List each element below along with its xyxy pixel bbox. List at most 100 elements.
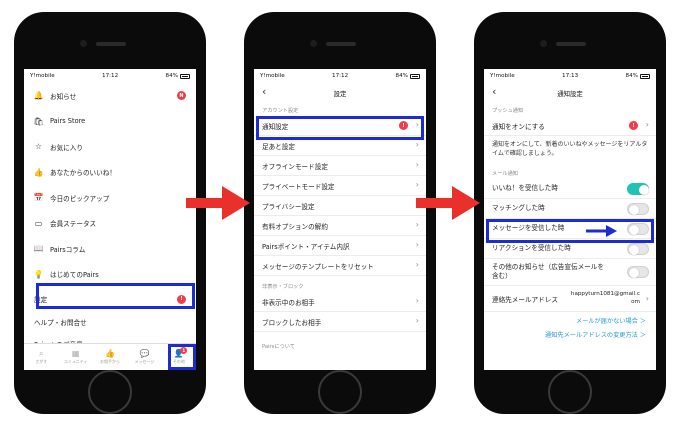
link-change-email[interactable]: 通知先メールアドレスの変更方法 ＞ xyxy=(484,329,656,343)
battery-level: 84% xyxy=(165,73,178,79)
menu-item[interactable]: 🔔 お知らせ N xyxy=(24,83,196,109)
tutorial-stage: Y!mobile 17:12 84% 🔔 お知らせ N 🛍 Pairs Store ☆ お気… xyxy=(0,0,680,432)
clock: 17:12 xyxy=(102,73,119,79)
row-label: Pairsポイント・アイテム内訳 xyxy=(262,242,350,251)
phone-2-screen: Y!mobile 17:12 84% ‹ 設定 アカウント設定 通知設定! › 足あ… xyxy=(254,69,426,370)
menu-item[interactable]: 🛍 Pairs Store xyxy=(24,109,196,135)
notification-badge: N xyxy=(177,91,186,101)
toggle-switch[interactable] xyxy=(627,203,649,215)
tab-community[interactable]: ▦ コミュニティ xyxy=(58,344,92,370)
card-icon: ▭ xyxy=(34,218,43,228)
battery-icon xyxy=(409,73,420,79)
tab-like[interactable]: 👍 お相手から xyxy=(93,344,127,370)
menu-item-label: お気に入り xyxy=(50,143,83,152)
tab-search[interactable]: ⌕ さがす xyxy=(24,344,58,370)
nav-bar: ‹ 設定 xyxy=(254,83,426,103)
next-step-arrow-icon xyxy=(416,186,480,220)
chevron-right-icon: › xyxy=(645,294,649,303)
toggle-switch[interactable] xyxy=(627,183,649,195)
battery-level: 84% xyxy=(625,73,638,79)
toggle-switch[interactable] xyxy=(627,243,649,255)
section-header: Pairsについて xyxy=(262,344,295,350)
row-label: プライベートモード設定 xyxy=(262,182,335,191)
alert-badge: ! xyxy=(629,121,638,130)
settings-row[interactable]: Pairsポイント・アイテム内訳 › xyxy=(254,236,426,256)
home-button[interactable] xyxy=(548,370,592,414)
menu-item-label: 会員ステータス xyxy=(50,220,97,229)
settings-row[interactable]: 有料オプションの解約 › xyxy=(254,216,426,236)
row-label: 連絡先メールアドレス xyxy=(492,295,558,304)
menu-item[interactable]: ☆ お気に入り xyxy=(24,134,196,160)
toggle-knob xyxy=(628,267,639,278)
speaker xyxy=(96,42,126,46)
back-chevron-icon[interactable]: ‹ xyxy=(492,85,496,98)
row-label: いいね！を受信した時 xyxy=(492,184,558,192)
phone-3-screen: Y!mobile 17:13 84% ‹ 通知設定 プッシュ通知 通知をオンにす… xyxy=(484,69,656,370)
message-icon: 💬 xyxy=(139,348,150,358)
menu-item-label: 今日のピックアップ xyxy=(50,194,110,203)
settings-row[interactable]: メッセージのテンプレートをリセット › xyxy=(254,256,426,276)
settings-row[interactable]: 非表示中のお相手 › xyxy=(254,292,426,312)
toggle-knob xyxy=(638,184,649,195)
clock: 17:12 xyxy=(332,73,349,79)
menu-item[interactable]: ▭ 会員ステータス xyxy=(24,211,196,237)
menu-item-label: Pairsコラム xyxy=(50,245,86,254)
highlight-settings xyxy=(36,283,195,309)
menu-item-label: あなたからのいいね！ xyxy=(50,169,116,178)
email-value: happyturn1081@gmail.com xyxy=(570,291,640,305)
tab-message[interactable]: 💬 メッセージ xyxy=(127,344,161,370)
tab-label: お相手から xyxy=(100,358,121,364)
bulb-icon: 💡 xyxy=(33,269,44,279)
menu-item[interactable]: 📅 今日のピックアップ xyxy=(24,185,196,211)
calendar-icon: 📅 xyxy=(33,193,44,203)
row-label: 通知をオンにする xyxy=(492,122,545,131)
like-icon: 👍 xyxy=(105,348,115,358)
page-title: 通知設定 xyxy=(557,89,583,98)
settings-row[interactable]: プライベートモード設定 › xyxy=(254,176,426,196)
battery-level: 84% xyxy=(395,73,408,79)
settings-row[interactable]: ブロックしたお相手 › xyxy=(254,312,426,332)
row-label: その他のお知らせ（広告宣伝メールを含む） xyxy=(492,263,604,280)
menu-item[interactable]: 👍 あなたからのいいね！ xyxy=(24,160,196,186)
bell-icon: 🔔 xyxy=(33,91,44,101)
chevron-right-icon: › xyxy=(415,260,419,269)
home-button[interactable] xyxy=(88,370,132,414)
battery-icon xyxy=(639,73,650,79)
chevron-right-icon: › xyxy=(415,140,419,149)
status-bar: Y!mobile 17:12 84% xyxy=(254,69,426,83)
search-icon: ⌕ xyxy=(38,348,44,358)
row-label: 非表示中のお相手 xyxy=(262,298,315,307)
phone-1: Y!mobile 17:12 84% 🔔 お知らせ N 🛍 Pairs Store ☆ お気… xyxy=(14,12,206,414)
camera xyxy=(310,40,317,47)
phone-1-screen: Y!mobile 17:12 84% 🔔 お知らせ N 🛍 Pairs Store ☆ お気… xyxy=(24,69,196,370)
push-toggle-row[interactable]: 通知をオンにする ! › xyxy=(484,116,656,136)
contact-email-row[interactable]: 連絡先メールアドレス happyturn1081@gmail.com › xyxy=(484,286,656,312)
chevron-right-icon: › xyxy=(415,220,419,229)
speaker xyxy=(556,42,586,46)
tab-label: コミュニティ xyxy=(63,358,88,364)
chevron-right-icon: › xyxy=(415,240,419,249)
toggle-switch[interactable] xyxy=(627,266,649,278)
row-label: メッセージのテンプレートをリセット xyxy=(262,262,374,271)
carrier: Y!mobile xyxy=(260,73,285,79)
settings-row[interactable]: プライバシー設定› xyxy=(254,196,426,216)
email-toggle-row[interactable]: いいね！を受信した時 xyxy=(484,179,656,199)
book-icon: 📖 xyxy=(33,244,44,254)
home-button[interactable] xyxy=(318,370,362,414)
menu-item[interactable]: 📖 Pairsコラム xyxy=(24,236,196,262)
row-label: 足あと設定 xyxy=(262,142,295,151)
pointer-arrow-icon xyxy=(586,225,617,237)
highlight-notification-settings xyxy=(256,116,424,140)
settings-row[interactable]: オフラインモード設定 › xyxy=(254,156,426,176)
link-mail-not-arriving[interactable]: メールが届かない場合 ＞ xyxy=(484,312,656,329)
menu-item-label: ヘルプ・お問合せ xyxy=(34,319,87,327)
phone-2: Y!mobile 17:12 84% ‹ 設定 アカウント設定 通知設定! › 足あ… xyxy=(244,12,436,414)
email-toggle-row[interactable]: その他のお知らせ（広告宣伝メールを含む） xyxy=(484,259,656,286)
email-toggle-row[interactable]: マッチングした時 xyxy=(484,199,656,219)
row-label: リアクションを受信した時 xyxy=(492,244,571,252)
back-chevron-icon[interactable]: ‹ xyxy=(262,85,266,98)
chevron-right-icon: › xyxy=(415,296,419,305)
block-settings-list: 非表示中のお相手 › ブロックしたお相手 › xyxy=(254,292,426,332)
menu-item-help[interactable]: ヘルプ・お問合せ xyxy=(24,311,196,333)
row-label: ブロックしたお相手 xyxy=(262,318,322,327)
